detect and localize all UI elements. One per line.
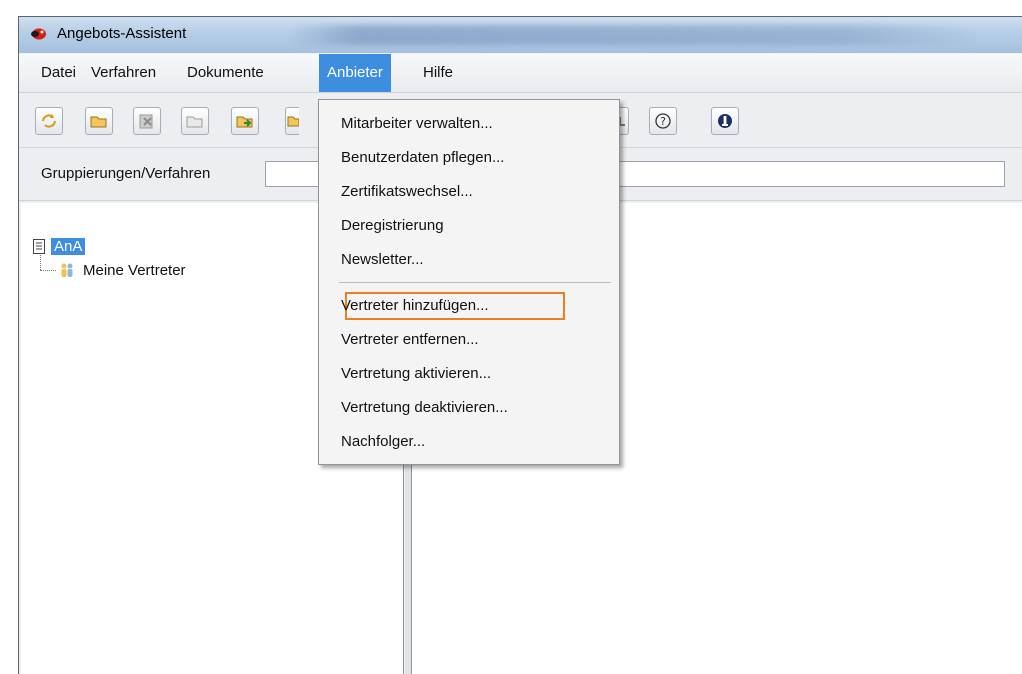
close-folder-icon (186, 116, 203, 128)
delete-button[interactable] (133, 107, 161, 135)
menu-item-zertifikatswechsel[interactable]: Zertifikatswechsel... (341, 180, 473, 204)
blurred-title-region (289, 25, 979, 45)
tree-root-label: AnA (51, 237, 86, 255)
refresh-button[interactable] (35, 107, 63, 135)
menu-item-newsletter[interactable]: Newsletter... (341, 248, 424, 272)
menu-item-nachfolger[interactable]: Nachfolger... (341, 430, 425, 454)
tree-connector (40, 255, 41, 270)
folder-button[interactable] (285, 107, 299, 135)
menu-anbieter[interactable]: Anbieter (319, 54, 391, 92)
import-icon (236, 116, 253, 128)
title-bar[interactable]: Angebots-Assistent (19, 17, 1022, 53)
app-logo-icon (31, 28, 46, 40)
help-icon: ? (655, 113, 671, 129)
tree-root-node[interactable]: AnA (33, 235, 86, 257)
menu-item-deregistrierung[interactable]: Deregistrierung (341, 214, 444, 238)
refresh-icon (42, 114, 56, 128)
menu-hilfe[interactable]: Hilfe (415, 54, 461, 92)
menu-separator (339, 282, 611, 283)
open-button[interactable] (85, 107, 113, 135)
import-button[interactable] (231, 107, 259, 135)
info-icon (718, 114, 732, 128)
anbieter-menu-dropdown: Mitarbeiter verwalten... Benutzerdaten p… (318, 99, 620, 465)
people-icon (61, 263, 73, 277)
folder-icon (287, 116, 299, 127)
info-button[interactable] (711, 107, 739, 135)
menu-item-mitarbeiter-verwalten[interactable]: Mitarbeiter verwalten... (341, 112, 493, 136)
menu-item-vertretung-aktivieren[interactable]: Vertretung aktivieren... (341, 362, 491, 386)
group-label: Gruppierungen/Verfahren (41, 165, 211, 182)
menu-bar: Datei Verfahren Dokumente Anbieter Hilfe (19, 54, 1022, 93)
open-folder-icon (90, 116, 107, 128)
delete-icon (139, 114, 153, 129)
menu-item-benutzerdaten-pflegen[interactable]: Benutzerdaten pflegen... (341, 146, 504, 170)
close-folder-button[interactable] (181, 107, 209, 135)
svg-text:?: ? (660, 115, 666, 128)
document-icon (33, 238, 45, 254)
menu-verfahren[interactable]: Verfahren (83, 54, 164, 92)
menu-item-vertretung-deaktivieren[interactable]: Vertretung deaktivieren... (341, 396, 508, 420)
menu-dokumente[interactable]: Dokumente (179, 54, 272, 92)
menu-item-vertreter-entfernen[interactable]: Vertreter entfernen... (341, 328, 479, 352)
window-title: Angebots-Assistent (57, 25, 187, 42)
help-button[interactable]: ? (649, 107, 677, 135)
tree-child-label: Meine Vertreter (83, 261, 186, 279)
menu-datei[interactable]: Datei (33, 54, 84, 92)
tree-child-node[interactable]: Meine Vertreter (59, 259, 186, 281)
menu-item-vertreter-hinzufuegen[interactable]: Vertreter hinzufügen... (341, 294, 489, 318)
tree-connector (40, 270, 56, 271)
